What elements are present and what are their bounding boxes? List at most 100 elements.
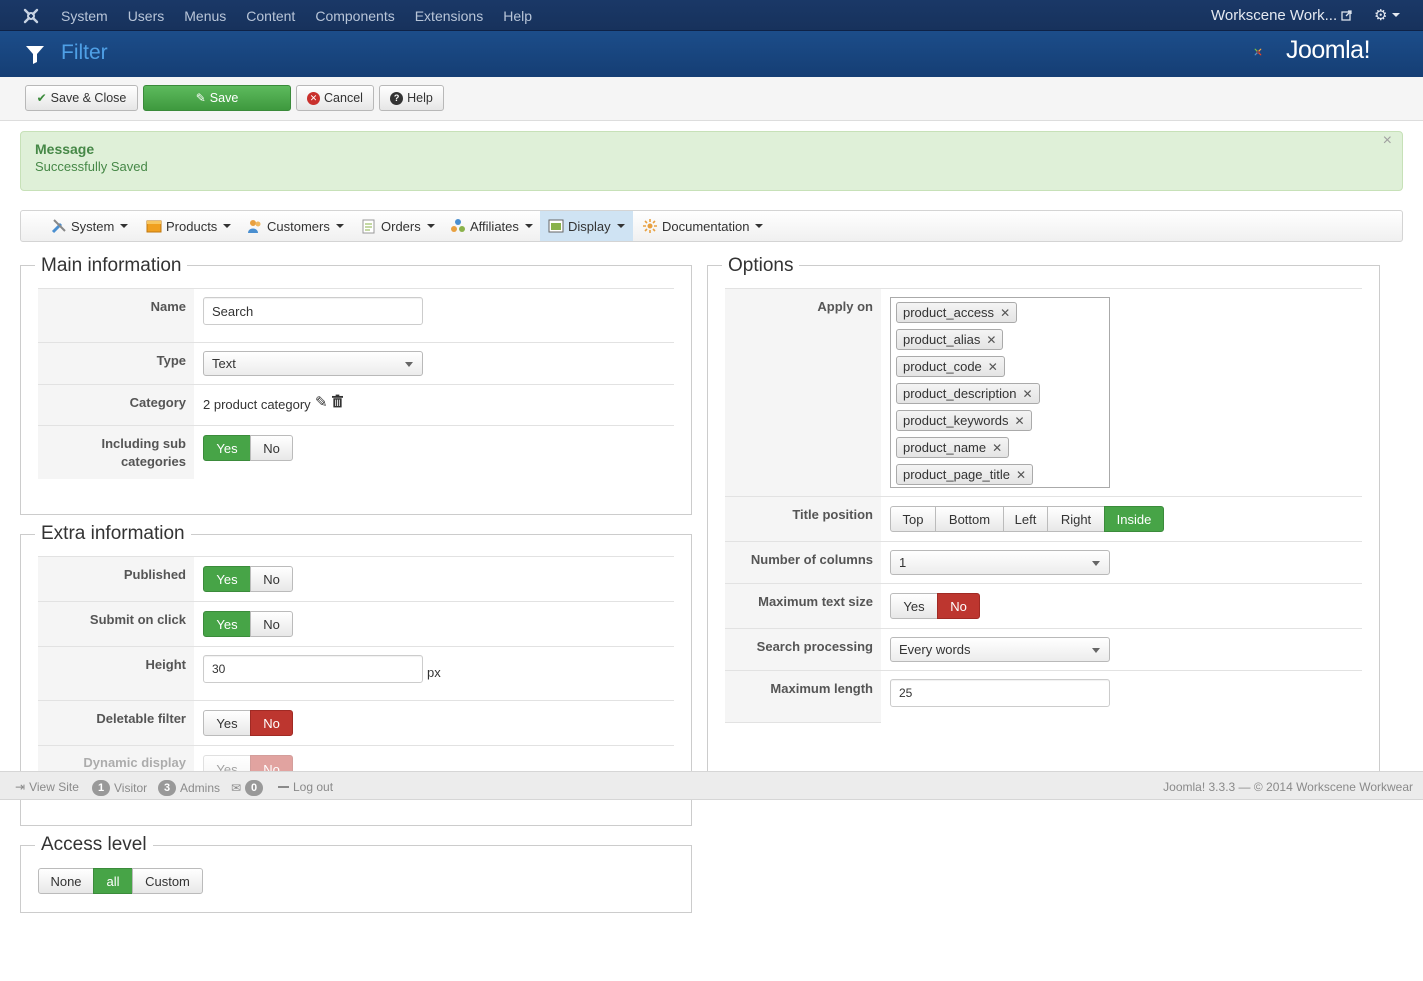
dynamic-yes[interactable]: Yes — [203, 755, 251, 771]
logout-link[interactable]: Log out — [278, 780, 333, 794]
chip-product-alias: product_alias ✕ — [896, 329, 1004, 350]
category-value: 2 product category — [203, 397, 311, 412]
access-none[interactable]: None — [38, 868, 94, 894]
type-select[interactable]: Text — [203, 351, 423, 376]
height-input[interactable]: 30 — [203, 655, 423, 683]
close-icon[interactable]: ✕ — [1022, 387, 1032, 401]
divider — [38, 601, 674, 602]
menu-content[interactable]: Content — [236, 8, 305, 24]
close-icon[interactable]: ✕ — [988, 360, 998, 374]
submit-yes[interactable]: Yes — [203, 611, 251, 637]
joomla-icon[interactable] — [22, 7, 40, 25]
chevron-down-icon — [1092, 648, 1100, 653]
max-text-yes[interactable]: Yes — [890, 593, 938, 619]
joomla-logo-text: Joomla! — [1286, 36, 1371, 64]
cancel-button[interactable]: ✕ Cancel — [296, 85, 374, 111]
affiliates-icon — [451, 219, 465, 232]
cm-customers[interactable]: Customers — [239, 211, 352, 241]
columns-label: Number of columns — [750, 552, 873, 567]
submit-toggle[interactable]: Yes No — [203, 611, 293, 637]
deletable-yes[interactable]: Yes — [203, 710, 251, 736]
subcat-yes[interactable]: Yes — [203, 435, 251, 461]
published-yes[interactable]: Yes — [203, 566, 251, 592]
close-icon[interactable]: × — [1383, 132, 1392, 150]
close-icon[interactable]: ✕ — [1016, 468, 1026, 482]
title-position-toggle[interactable]: Top Bottom Left Right Inside — [890, 506, 1164, 532]
messages-count[interactable]: ✉ 0 — [231, 780, 264, 796]
title-pos-bottom[interactable]: Bottom — [935, 506, 1004, 532]
max-text-size-toggle[interactable]: Yes No — [890, 593, 980, 619]
max-length-label: Maximum length — [770, 681, 873, 696]
subcat-toggle[interactable]: Yes No — [203, 435, 293, 461]
chip-product-description: product_description ✕ — [896, 383, 1040, 404]
menu-system[interactable]: System — [51, 8, 118, 24]
close-icon[interactable]: ✕ — [1000, 306, 1010, 320]
chip-product-code: product_code ✕ — [896, 356, 1005, 377]
max-text-size-label: Maximum text size — [758, 594, 873, 609]
submit-no[interactable]: No — [250, 611, 293, 637]
subcat-no[interactable]: No — [250, 435, 293, 461]
title-pos-top[interactable]: Top — [890, 506, 936, 532]
documentation-icon — [643, 219, 657, 233]
deletable-toggle[interactable]: Yes No — [203, 710, 293, 736]
save-close-button[interactable]: ✔ Save & Close — [25, 85, 138, 111]
name-input[interactable]: Search — [203, 297, 423, 325]
trash-icon[interactable] — [332, 394, 343, 408]
main-information-legend: Main information — [35, 255, 188, 277]
dynamic-toggle[interactable]: Yes No — [203, 755, 293, 771]
deletable-no[interactable]: No — [250, 710, 293, 736]
minus-icon — [278, 786, 289, 788]
chevron-down-icon — [1092, 561, 1100, 566]
cancel-circle-icon: ✕ — [307, 91, 321, 105]
title-pos-left[interactable]: Left — [1003, 506, 1048, 532]
cm-orders[interactable]: Orders — [353, 211, 443, 241]
search-processing-select[interactable]: Every words — [890, 637, 1110, 662]
menu-menus[interactable]: Menus — [174, 8, 236, 24]
cm-documentation[interactable]: Documentation — [634, 211, 771, 241]
apply-on-multiselect[interactable]: product_access ✕ product_alias ✕ product_c… — [890, 297, 1110, 488]
component-menu: System Products Customers Orders Affilia… — [20, 210, 1403, 242]
divider — [38, 700, 674, 701]
height-unit: px — [427, 665, 441, 680]
view-site-link[interactable]: ⇥ View Site — [15, 780, 79, 794]
divider — [38, 425, 674, 426]
menu-users[interactable]: Users — [118, 8, 175, 24]
status-bar: ⇥ View Site 1 Visitor 3 Admins ✉ 0 Log o… — [0, 771, 1423, 800]
dynamic-label: Dynamic display — [83, 755, 186, 770]
help-button[interactable]: ? Help — [379, 85, 444, 111]
admin-count: 3 Admins — [158, 780, 220, 796]
max-text-no[interactable]: No — [937, 593, 980, 619]
chevron-down-icon — [405, 362, 413, 367]
page-header: Filter Joomla! — [0, 31, 1423, 77]
max-length-input[interactable]: 25 — [890, 679, 1110, 707]
tools-icon — [51, 219, 66, 234]
site-name-link[interactable]: Workscene Work... — [1211, 7, 1337, 24]
menu-help[interactable]: Help — [493, 8, 542, 24]
cm-products[interactable]: Products — [138, 211, 239, 241]
close-icon[interactable]: ✕ — [1015, 414, 1025, 428]
published-no[interactable]: No — [250, 566, 293, 592]
menu-extensions[interactable]: Extensions — [405, 8, 493, 24]
cm-affiliates[interactable]: Affiliates — [442, 211, 541, 241]
menu-components[interactable]: Components — [305, 8, 404, 24]
access-all[interactable]: all — [93, 868, 133, 894]
columns-select[interactable]: 1 — [890, 550, 1110, 575]
dynamic-no[interactable]: No — [250, 755, 293, 771]
cm-system[interactable]: System — [43, 211, 136, 241]
close-icon[interactable]: ✕ — [992, 441, 1002, 455]
published-toggle[interactable]: Yes No — [203, 566, 293, 592]
divider — [38, 646, 674, 647]
pencil-icon[interactable]: ✎ — [315, 393, 328, 411]
gear-icon[interactable]: ⚙ — [1374, 6, 1387, 24]
title-pos-right[interactable]: Right — [1047, 506, 1105, 532]
save-button[interactable]: ✎ Save — [143, 85, 291, 111]
title-pos-inside[interactable]: Inside — [1104, 506, 1164, 532]
apply-on-label: Apply on — [817, 299, 873, 314]
cm-display[interactable]: Display — [540, 211, 633, 241]
access-level-toggle[interactable]: None all Custom — [38, 868, 203, 894]
chip-product-name: product_name ✕ — [896, 437, 1010, 458]
check-icon: ✔ — [36, 91, 47, 105]
close-icon[interactable]: ✕ — [986, 333, 996, 347]
access-custom[interactable]: Custom — [132, 868, 203, 894]
deletable-label: Deletable filter — [96, 711, 186, 726]
